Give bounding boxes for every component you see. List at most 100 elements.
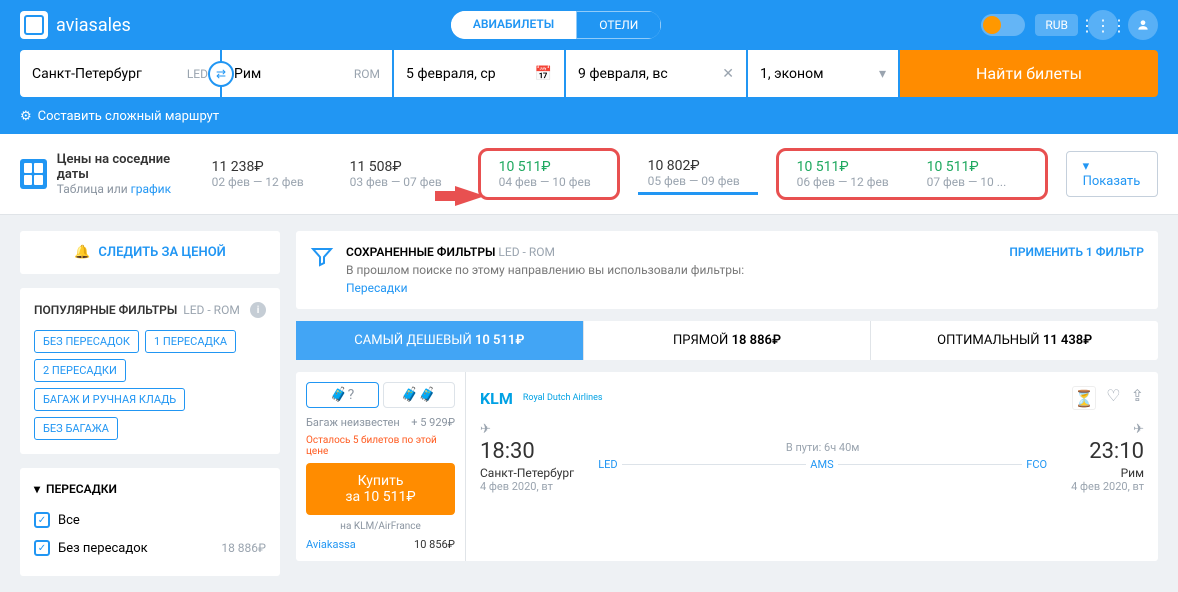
calendar-icon: 📅	[535, 66, 552, 82]
saved-desc: В прошлом поиске по этому направлению вы…	[346, 263, 744, 277]
filter-chips: БЕЗ ПЕРЕСАДОК 1 ПЕРЕСАДКА 2 ПЕРЕСАДКИ БА…	[34, 330, 266, 440]
saved-filters-banner: СОХРАНЕННЫЕ ФИЛЬТРЫ LED - ROM В прошлом …	[296, 231, 1158, 309]
chip-no-stops[interactable]: БЕЗ ПЕРЕСАДОК	[34, 330, 139, 353]
baggage-tab-included[interactable]: 🧳🧳	[383, 382, 456, 408]
date-price: 10 511₽	[797, 159, 897, 175]
ticket-card: 🧳? 🧳🧳 Багаж неизвестен + 5 929₽ Осталось…	[296, 372, 1158, 561]
plane-arrive-icon: ✈	[1071, 422, 1144, 437]
date-price: 11 508₽	[350, 159, 450, 175]
route-code: LED - ROM	[183, 303, 240, 317]
dates-info: Цены на соседние даты Таблица или график	[20, 152, 184, 196]
depart-date: 5 февраля, ср	[406, 66, 496, 82]
logo[interactable]: aviasales	[20, 11, 131, 39]
baggage-tab-unknown[interactable]: 🧳?	[306, 382, 379, 408]
checkbox-icon: ✓	[34, 540, 50, 556]
apps-icon[interactable]: ⋮⋮⋮	[1088, 10, 1118, 40]
logo-icon	[20, 11, 48, 39]
show-button[interactable]: ▾ Показать	[1066, 151, 1158, 197]
date-price: 10 802₽	[648, 158, 748, 174]
origin-code: LED	[187, 67, 208, 81]
saved-filter-link[interactable]: Пересадки	[346, 281, 744, 295]
header-right: RUB ⋮⋮⋮	[981, 10, 1158, 40]
checkbox-direct[interactable]: ✓ Без пересадок 18 886₽	[34, 534, 266, 562]
filter-price: 18 886₽	[221, 541, 266, 555]
chip-2-stops[interactable]: 2 ПЕРЕСАДКИ	[34, 359, 126, 382]
product-tabs: АВИАБИЛЕТЫ ОТЕЛИ	[451, 11, 662, 39]
date-cell[interactable]: 10 511₽ 04 фев — 10 фев	[489, 155, 609, 193]
depart-city: Санкт-Петербург	[480, 466, 574, 480]
chip-no-baggage[interactable]: БЕЗ БАГАЖА	[34, 417, 118, 440]
date-cell[interactable]: 11 238₽ 02 фев — 12 фев	[202, 155, 322, 193]
complex-route-link[interactable]: Составить сложный маршрут	[38, 109, 219, 124]
clear-icon[interactable]: ✕	[722, 66, 734, 82]
swap-icon[interactable]: ⇄	[208, 61, 234, 87]
depart-date: 4 фев 2020, вт	[480, 480, 574, 493]
return-date: 9 февраля, вс	[578, 66, 668, 82]
chart-link[interactable]: график	[131, 182, 171, 196]
brand-text: aviasales	[56, 15, 131, 36]
chevron-down-icon: ▾	[879, 66, 886, 82]
origin-field[interactable]: Санкт-Петербург LED ⇄	[20, 50, 220, 97]
date-cell[interactable]: 11 508₽ 03 фев — 07 фев	[340, 155, 460, 193]
search-form: Санкт-Петербург LED ⇄ Рим ROM 5 февраля,…	[0, 50, 1178, 109]
depart-date-field[interactable]: 5 февраля, ср 📅	[394, 50, 564, 97]
date-range: 04 фев — 10 фев	[499, 175, 599, 189]
ticket-details: KLM Royal Dutch Airlines ⏳ ♡ ⇪ ✈ 18:30 С…	[466, 372, 1158, 561]
date-price: 11 238₽	[212, 159, 312, 175]
dates-title: Цены на соседние даты	[57, 152, 184, 182]
alt-price-row[interactable]: Aviakassa 10 856₽	[306, 538, 455, 551]
arrive-city: Рим	[1071, 466, 1144, 480]
bag-unknown-label: Багаж неизвестен	[306, 416, 400, 429]
tab-hotels[interactable]: ОТЕЛИ	[576, 11, 661, 39]
highlight-ring: 10 511₽ 04 фев — 10 фев	[478, 148, 620, 200]
date-cell[interactable]: 10 511₽ 06 фев — 12 фев	[787, 155, 907, 193]
heart-icon[interactable]: ♡	[1106, 386, 1120, 410]
date-cell[interactable]: 10 511₽ 07 фев — 10 ...	[917, 155, 1037, 193]
route-row: ✈ 18:30 Санкт-Петербург 4 фев 2020, вт В…	[480, 422, 1144, 493]
annotation-arrow	[455, 186, 485, 206]
tab-optimal[interactable]: ОПТИМАЛЬНЫЙ 11 438₽	[871, 321, 1158, 360]
chip-baggage[interactable]: БАГАЖ И РУЧНАЯ КЛАДЬ	[34, 388, 185, 411]
stop-code: AMS	[806, 458, 837, 471]
duration: В пути: 6ч 40м	[594, 441, 1051, 454]
watch-price-box: 🔔 СЛЕДИТЬ ЗА ЦЕНОЙ	[20, 231, 280, 274]
chip-1-stop[interactable]: 1 ПЕРЕСАДКА	[145, 330, 236, 353]
destination-field[interactable]: Рим ROM	[222, 50, 392, 97]
popular-filters-box: ПОПУЛЯРНЫЕ ФИЛЬТРЫ LED - ROM i БЕЗ ПЕРЕС…	[20, 288, 280, 454]
funnel-icon	[310, 245, 334, 269]
currency-selector[interactable]: RUB	[1035, 14, 1078, 36]
sort-tabs: САМЫЙ ДЕШЕВЫЙ 10 511₽ ПРЯМОЙ 18 886₽ ОПТ…	[296, 321, 1158, 360]
passengers-field[interactable]: 1, эконом ▾	[748, 50, 898, 97]
bag-icon: 🧳?	[311, 387, 374, 403]
apply-filter-button[interactable]: ПРИМЕНИТЬ 1 ФИЛЬТР	[1009, 245, 1144, 259]
date-price: 10 511₽	[499, 159, 599, 175]
airport-code: FCO	[1022, 458, 1051, 471]
info-icon[interactable]: i	[250, 302, 266, 318]
saved-route: LED - ROM	[498, 245, 555, 259]
return-date-field[interactable]: 9 февраля, вс ✕	[566, 50, 746, 97]
transfers-header[interactable]: ▾ ПЕРЕСАДКИ	[34, 482, 266, 506]
profile-icon[interactable]	[1128, 10, 1158, 40]
hourglass-icon: ⏳	[1072, 386, 1096, 410]
sidebar: 🔔 СЛЕДИТЬ ЗА ЦЕНОЙ ПОПУЛЯРНЫЕ ФИЛЬТРЫ LE…	[20, 231, 280, 576]
bag-plus-label: + 5 929₽	[411, 416, 455, 429]
checkbox-all[interactable]: ✓ Все	[34, 506, 266, 534]
tab-flights[interactable]: АВИАБИЛЕТЫ	[451, 11, 576, 39]
theme-toggle[interactable]	[981, 14, 1025, 36]
arrive-time: 23:10	[1071, 439, 1144, 464]
top-header: aviasales АВИАБИЛЕТЫ ОТЕЛИ RUB ⋮⋮⋮	[0, 0, 1178, 50]
date-price: 10 511₽	[927, 159, 1027, 175]
watch-price-button[interactable]: 🔔 СЛЕДИТЬ ЗА ЦЕНОЙ	[34, 245, 266, 260]
airport-code: LED	[594, 458, 621, 471]
chevron-down-icon: ▾	[34, 482, 40, 496]
search-button[interactable]: Найти билеты	[900, 50, 1158, 97]
bell-icon: 🔔	[74, 245, 90, 260]
tab-cheapest[interactable]: САМЫЙ ДЕШЕВЫЙ 10 511₽	[296, 321, 584, 360]
buy-button[interactable]: Купить за 10 511₽	[306, 463, 455, 515]
airline-name: Royal Dutch Airlines	[523, 393, 603, 403]
subheader: ⚙ Составить сложный маршрут	[0, 109, 1178, 134]
tab-direct[interactable]: ПРЯМОЙ 18 886₽	[584, 321, 872, 360]
share-icon[interactable]: ⇪	[1131, 386, 1144, 410]
transfers-box: ▾ ПЕРЕСАДКИ ✓ Все ✓ Без пересадок 18 886…	[20, 468, 280, 576]
date-cell[interactable]: 10 802₽ 05 фев — 09 фев	[638, 154, 758, 195]
